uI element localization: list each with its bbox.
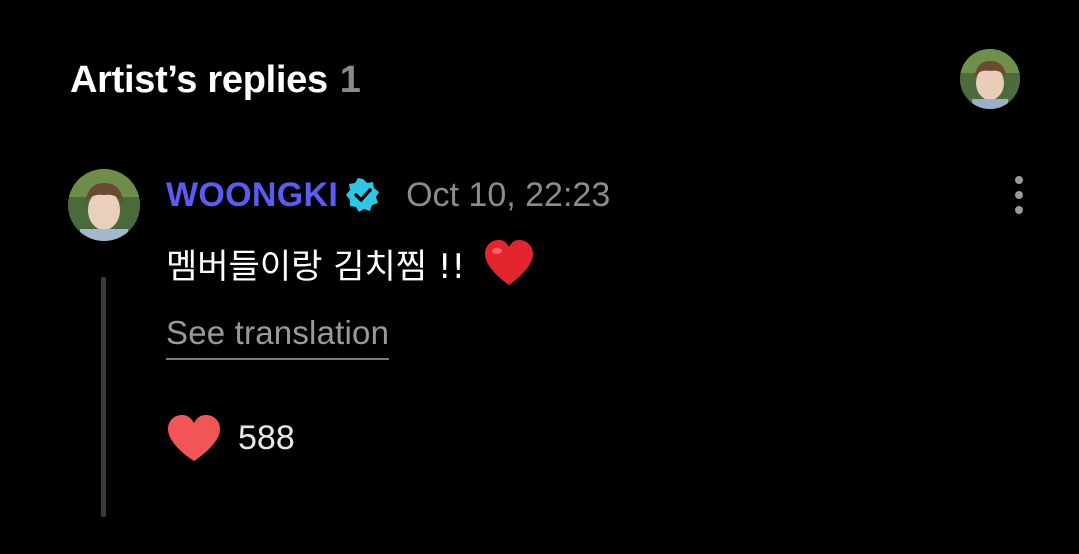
avatar-image (960, 49, 1020, 109)
thread-line (101, 277, 106, 517)
section-title: Artist’s replies (70, 58, 328, 101)
avatar-image (68, 169, 140, 241)
more-dot (1015, 191, 1023, 199)
commenter-avatar[interactable] (68, 169, 140, 241)
comment-meta: WOONGKI Oct 10, 22:23 (166, 170, 610, 220)
heart-emoji-icon (483, 239, 535, 287)
see-translation-link[interactable]: See translation (166, 314, 390, 360)
like-count: 588 (238, 418, 295, 457)
verified-badge-icon (346, 178, 380, 212)
reply-count: 1 (339, 58, 361, 101)
artist-avatar-top[interactable] (960, 49, 1020, 109)
username[interactable]: WOONGKI (166, 176, 338, 215)
heart-icon[interactable] (166, 413, 222, 463)
comment-message: 멤버들이랑 김치찜 !! (166, 236, 535, 290)
more-dot (1015, 206, 1023, 214)
more-dot (1015, 176, 1023, 184)
like-section: 588 (166, 412, 295, 464)
more-vertical-icon[interactable] (1005, 174, 1033, 216)
artist-replies-header: Artist’s replies 1 (70, 55, 361, 105)
message-text: 멤버들이랑 김치찜 !! (166, 246, 466, 287)
timestamp: Oct 10, 22:23 (406, 175, 611, 214)
